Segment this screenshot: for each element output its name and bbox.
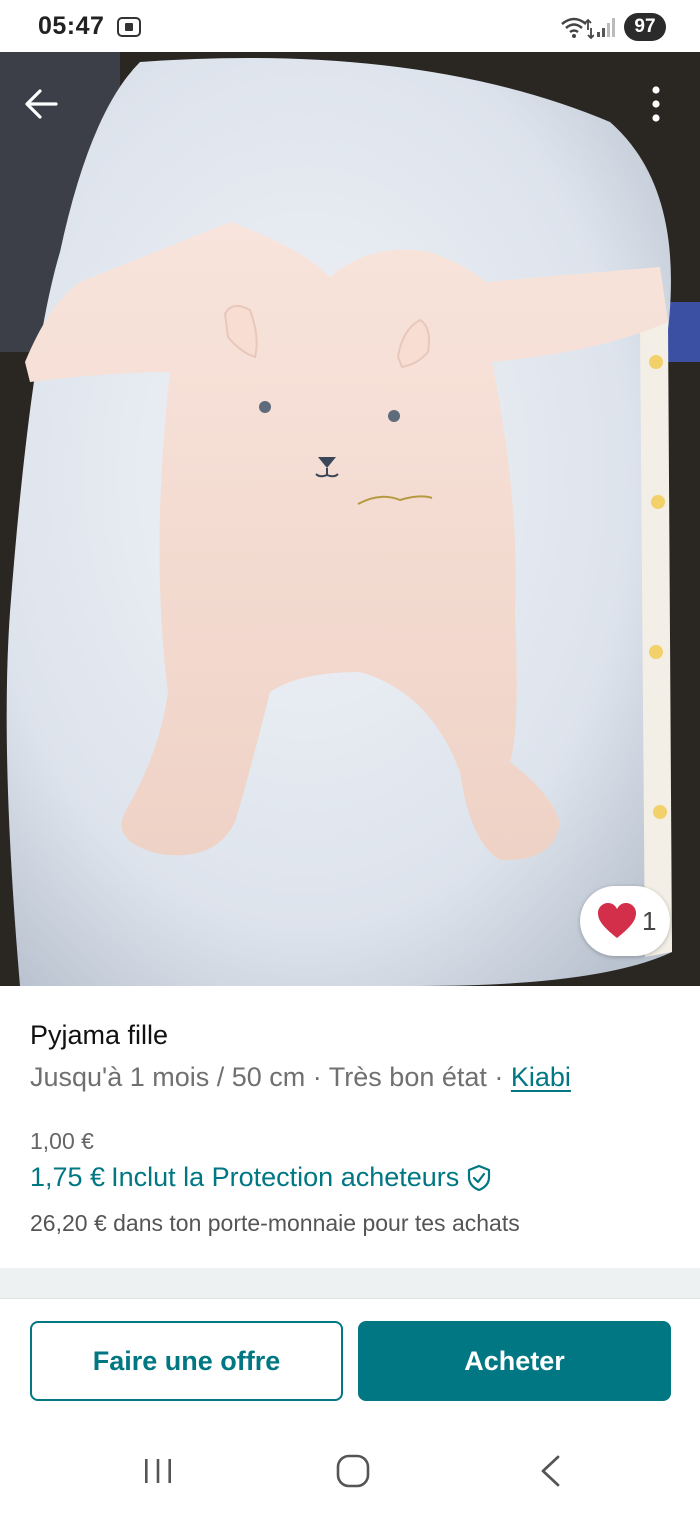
back-arrow-icon[interactable] [20,82,64,126]
item-price: 1,00 € [30,1128,94,1154]
signal-icon [597,18,615,37]
more-vertical-icon[interactable] [640,82,672,126]
protection-price-link[interactable]: 1,75 € Inclut la Protection acheteurs [30,1162,493,1193]
favorite-count: 1 [642,906,657,936]
recent-apps-icon[interactable] [140,1456,176,1486]
item-screen: 05:47 97 1 Pyjama fille Jusqu'à 1 mois /… [0,0,700,1517]
screen-capture-icon [117,17,141,37]
action-bar: Faire une offre Acheter [0,1298,700,1420]
status-bar: 05:47 97 [0,0,700,52]
brand-link[interactable]: Kiabi [511,1062,571,1092]
home-icon[interactable] [334,1452,372,1490]
item-condition: Très bon état [328,1062,487,1092]
shield-check-icon [468,1164,491,1191]
item-photo[interactable]: 1 [0,52,700,986]
wifi-icon [561,17,594,40]
item-subline: Jusqu'à 1 mois / 50 cm · Très bon état ·… [30,1062,571,1093]
item-details: Pyjama fille Jusqu'à 1 mois / 50 cm · Tr… [0,986,700,1268]
status-time: 05:47 [38,12,105,40]
section-divider [0,1268,700,1298]
wallet-note: 26,20 € dans ton porte-monnaie pour tes … [30,1210,520,1236]
buy-button[interactable]: Acheter [358,1321,671,1401]
system-nav-bar [0,1420,700,1517]
battery-icon: 97 [624,13,666,41]
separator: · [486,1062,511,1092]
separator: · [305,1062,329,1092]
pajama-photo [0,52,700,986]
system-back-icon[interactable] [536,1454,564,1488]
item-title: Pyjama fille [30,1020,169,1050]
make-offer-button[interactable]: Faire une offre [30,1321,343,1401]
heart-icon [598,903,636,938]
protection-label: Inclut la Protection acheteurs [111,1162,460,1192]
item-size: Jusqu'à 1 mois / 50 cm [30,1062,306,1092]
price-with-protection: 1,75 € [30,1162,106,1192]
favorite-button[interactable]: 1 [580,886,670,956]
